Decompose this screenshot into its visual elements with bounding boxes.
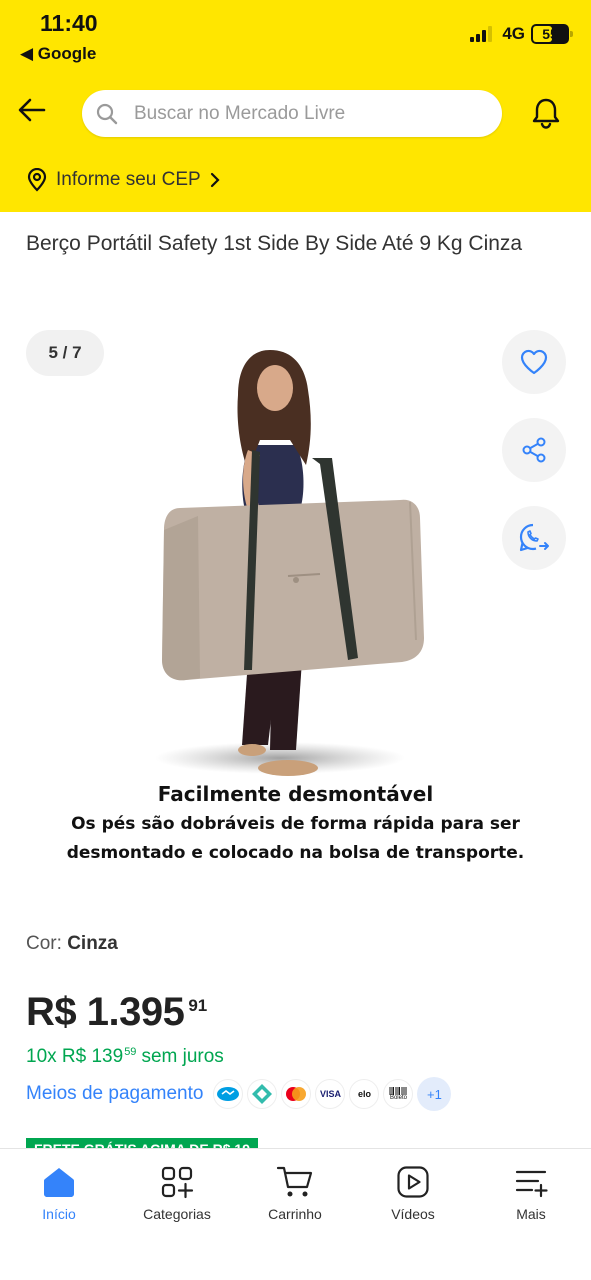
notifications-bell-icon[interactable]	[529, 96, 563, 130]
nav-categories-label: Categorias	[143, 1206, 211, 1222]
product-title: Berço Portátil Safety 1st Side By Side A…	[26, 232, 523, 255]
boleto-label: Boleto	[389, 1095, 407, 1101]
payment-methods-link[interactable]: Meios de pagamento	[26, 1083, 203, 1105]
mercado-pago-icon	[213, 1079, 244, 1109]
video-icon	[397, 1166, 429, 1198]
whatsapp-share-button[interactable]	[502, 506, 566, 570]
payment-methods[interactable]: Meios de pagamento VISA elo Boleto +1	[26, 1076, 452, 1112]
installments-prefix: 10x R$ 139	[26, 1046, 124, 1067]
price-main: R$ 1.395	[26, 990, 185, 1034]
categories-icon	[161, 1166, 194, 1199]
header-bar: 11:40 ◀ Google 4G 55 Informe seu CEP	[0, 0, 591, 212]
pix-icon	[247, 1079, 278, 1109]
installments-cents: 59	[124, 1046, 137, 1058]
battery-percent: 55	[542, 26, 558, 42]
boleto-icon: Boleto	[383, 1079, 414, 1109]
mastercard-icon	[281, 1079, 312, 1109]
nav-more-label: Mais	[516, 1206, 546, 1222]
image-counter: 5 / 7	[26, 330, 104, 376]
image-caption-line-2: desmontado e colocado na bolsa de transp…	[66, 843, 525, 863]
installments-info: 10x R$ 139 59 sem juros	[26, 1046, 224, 1068]
nav-categories[interactable]: Categorias	[122, 1165, 232, 1222]
nav-home-label: Início	[42, 1206, 76, 1222]
color-label: Cor:	[26, 933, 62, 954]
menu-more-icon	[515, 1170, 548, 1198]
back-arrow-icon[interactable]	[16, 94, 48, 126]
share-icon	[522, 437, 546, 463]
nav-videos-label: Vídeos	[391, 1206, 435, 1222]
location-pin-icon	[27, 168, 47, 192]
chevron-right-icon	[210, 172, 220, 188]
heart-icon	[520, 349, 548, 375]
image-caption-line-1: Os pés são dobráveis de forma rápida par…	[71, 814, 520, 834]
cep-selector[interactable]: Informe seu CEP	[26, 168, 221, 192]
search-icon	[96, 103, 118, 124]
visa-icon: VISA	[315, 1079, 346, 1109]
home-icon	[44, 1168, 74, 1197]
price-cents: 91	[188, 996, 208, 1015]
color-variant[interactable]: Cor: Cinza	[26, 933, 118, 955]
price: R$ 1.395 91	[26, 990, 207, 1035]
whatsapp-icon	[519, 523, 549, 552]
nav-cart[interactable]: Carrinho	[240, 1165, 350, 1222]
color-value: Cinza	[67, 933, 118, 954]
status-time: 11:40	[40, 10, 98, 36]
signal-icon	[470, 26, 493, 42]
cep-label: Informe seu CEP	[56, 169, 201, 190]
status-indicators: 4G 55	[470, 24, 573, 44]
cart-icon	[276, 1166, 313, 1197]
network-label: 4G	[502, 24, 525, 43]
product-photo[interactable]	[120, 340, 460, 780]
back-to-app-link[interactable]: ◀ Google	[20, 44, 96, 64]
nav-cart-label: Carrinho	[268, 1206, 322, 1222]
search-input[interactable]	[134, 102, 464, 125]
image-caption-title: Facilmente desmontável	[157, 782, 434, 806]
nav-videos[interactable]: Vídeos	[358, 1165, 468, 1222]
nav-home[interactable]: Início	[4, 1165, 114, 1222]
installments-suffix: sem juros	[141, 1046, 224, 1067]
nav-more[interactable]: Mais	[476, 1165, 586, 1222]
bottom-navigation: Início Categorias Carrinho Vídeos Mais	[0, 1148, 591, 1280]
more-payment-methods-badge[interactable]: +1	[417, 1077, 452, 1111]
elo-icon: elo	[349, 1079, 380, 1109]
share-button[interactable]	[502, 418, 566, 482]
favorite-button[interactable]	[502, 330, 566, 394]
battery-icon: 55	[531, 24, 573, 44]
search-bar[interactable]	[82, 90, 502, 137]
